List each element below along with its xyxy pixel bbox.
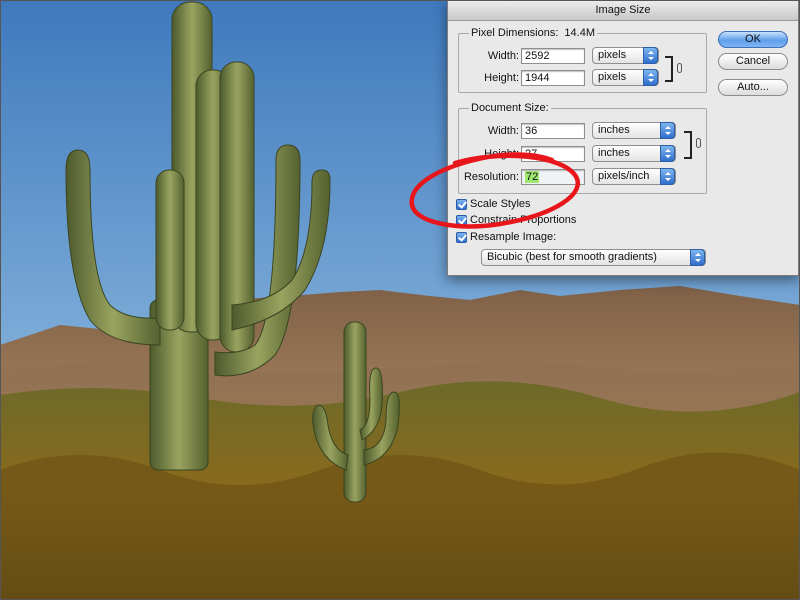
doc-height-unit-value: inches: [598, 147, 630, 159]
pixel-link-chain-icon: [677, 63, 682, 73]
resolution-value: 72: [525, 171, 540, 183]
doc-height-label: Height:: [484, 148, 519, 160]
dialog-title: Image Size: [448, 1, 798, 21]
pixel-width-label: Width:: [487, 50, 519, 62]
document-size-label: Document Size:: [469, 102, 551, 114]
resolution-input[interactable]: 72: [521, 169, 585, 185]
select-arrows-icon: [660, 168, 675, 185]
doc-link-chain-icon: [696, 138, 701, 148]
checkmark-icon: [456, 232, 467, 243]
scale-styles-label: Scale Styles: [470, 198, 531, 210]
select-arrows-icon: [660, 145, 675, 162]
pixel-dimensions-group: Pixel Dimensions: 14.4M Width: 2592 pixel…: [458, 27, 707, 93]
pixel-dimensions-heading: Pixel Dimensions: 14.4M: [469, 27, 597, 39]
resolution-unit-select[interactable]: pixels/inch: [592, 168, 676, 185]
image-size-dialog: Image Size Pixel Dimensions: 14.4M Width:…: [447, 0, 799, 276]
document-size-group: Document Size: Width: 36 inches Height: …: [458, 102, 707, 194]
doc-width-input[interactable]: 36: [521, 123, 585, 139]
pixel-height-input[interactable]: 1944: [521, 70, 585, 86]
doc-height-unit-select[interactable]: inches: [592, 145, 676, 162]
select-arrows-icon: [660, 122, 675, 139]
pixel-height-unit-select[interactable]: pixels: [592, 69, 659, 86]
pixel-width-unit-select[interactable]: pixels: [592, 47, 659, 64]
doc-height-input[interactable]: 27: [521, 146, 585, 162]
doc-link-bracket: [684, 131, 692, 159]
pixel-dimensions-label: Pixel Dimensions:: [471, 27, 559, 39]
checkmark-icon: [456, 215, 467, 226]
constrain-proportions-label: Constrain Proportions: [470, 214, 577, 226]
pixel-dimensions-size: 14.4M: [564, 27, 595, 39]
pixel-width-unit-value: pixels: [598, 49, 627, 61]
ok-button[interactable]: OK: [718, 31, 788, 48]
resample-image-label: Resample Image:: [470, 231, 557, 243]
resolution-unit-value: pixels/inch: [598, 170, 650, 182]
select-arrows-icon: [690, 249, 705, 266]
pixel-link-bracket: [665, 56, 673, 82]
doc-width-unit-select[interactable]: inches: [592, 122, 676, 139]
cancel-button[interactable]: Cancel: [718, 53, 788, 70]
auto-button[interactable]: Auto...: [718, 79, 788, 96]
select-arrows-icon: [643, 69, 658, 86]
checkmark-icon: [456, 199, 467, 210]
resample-method-select[interactable]: Bicubic (best for smooth gradients): [481, 249, 706, 266]
pixel-height-unit-value: pixels: [598, 71, 627, 83]
doc-width-label: Width:: [487, 125, 519, 137]
doc-width-unit-value: inches: [598, 124, 630, 136]
pixel-height-label: Height:: [484, 72, 519, 84]
resolution-label: Resolution:: [463, 171, 519, 183]
select-arrows-icon: [643, 47, 658, 64]
pixel-width-input[interactable]: 2592: [521, 48, 585, 64]
resample-method-value: Bicubic (best for smooth gradients): [487, 251, 657, 263]
